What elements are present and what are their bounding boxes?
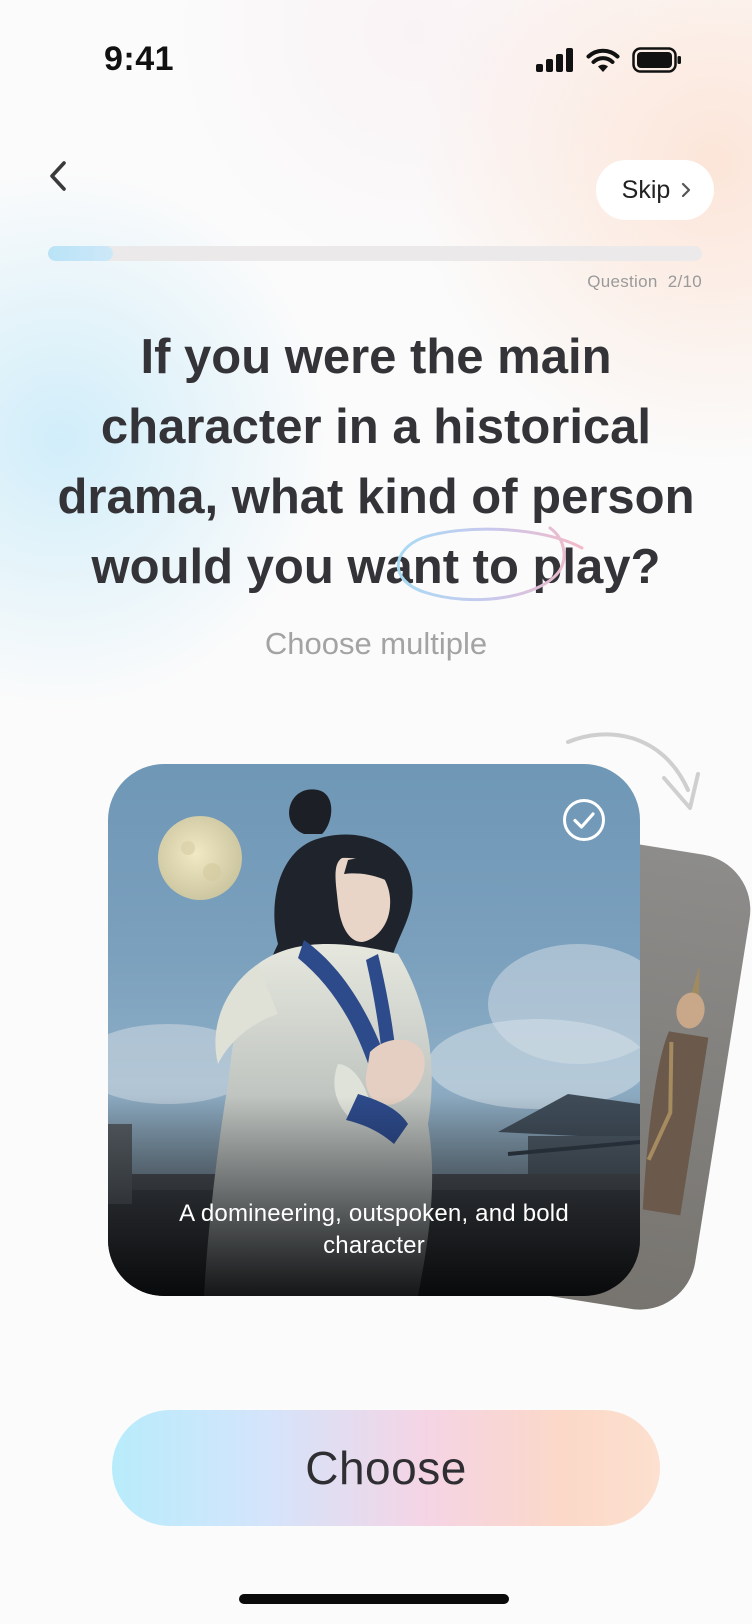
progress-bar: [48, 246, 702, 261]
battery-icon: [632, 47, 681, 73]
skip-label: Skip: [621, 175, 671, 204]
progress-label-prefix: Question: [587, 272, 658, 291]
status-bar: 9:41: [0, 0, 752, 120]
progress-label: Question 2/10: [587, 272, 702, 292]
card-caption-shade: [108, 1096, 640, 1296]
back-button[interactable]: [38, 150, 78, 202]
chevron-left-icon: [50, 161, 66, 191]
option-card-caption: A domineering, outspoken, and bold chara…: [179, 1200, 569, 1259]
cellular-signal-icon: [536, 48, 573, 72]
choose-button-label: Choose: [305, 1442, 467, 1494]
skip-button[interactable]: Skip: [596, 160, 714, 220]
question-hint: Choose multiple: [264, 626, 488, 661]
progress-label-value: 2/10: [667, 272, 702, 291]
swipe-arrow-icon: [566, 732, 700, 810]
home-indicator[interactable]: [239, 1594, 509, 1604]
option-card[interactable]: A domineering, outspoken, and bold chara…: [108, 764, 640, 1296]
question-title: If you were the main character in a hist…: [57, 330, 695, 594]
choose-button[interactable]: Choose: [112, 1410, 660, 1526]
status-time: 9:41: [104, 40, 175, 78]
progress-fill: [48, 246, 114, 261]
chevron-right-icon: [682, 182, 691, 198]
wifi-icon: [586, 48, 620, 72]
status-icons: [536, 47, 682, 73]
card-illustration-figure: [642, 965, 709, 1216]
